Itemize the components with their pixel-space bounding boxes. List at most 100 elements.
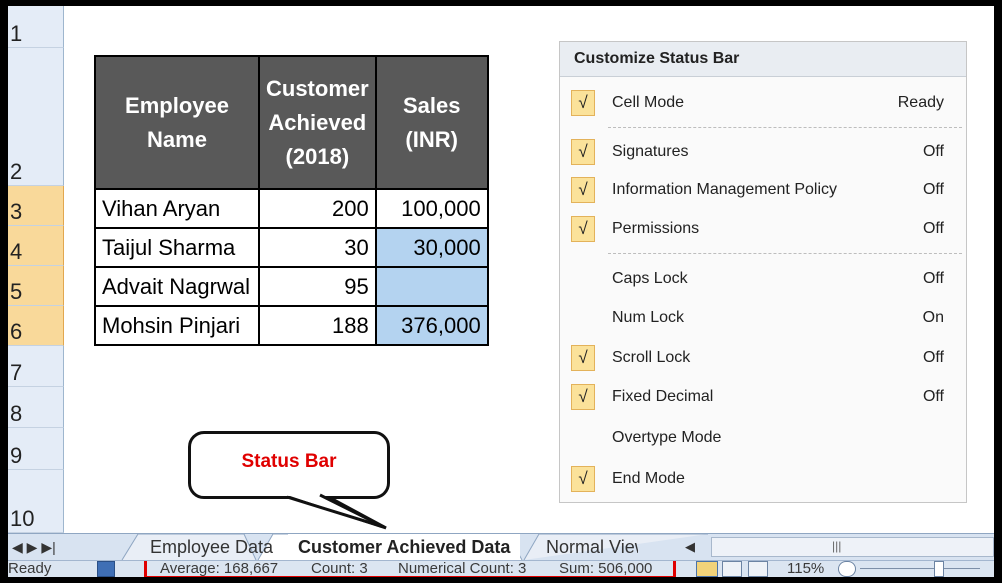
status-bar: Ready Average: 168,667 Count: 3 Numerica…: [8, 560, 994, 577]
tab-normal-view[interactable]: Normal View: [536, 534, 638, 560]
row-number: 7: [10, 360, 23, 385]
menu-item-overtype-mode[interactable]: Overtype Mode: [560, 419, 966, 459]
macro-record-icon[interactable]: [97, 561, 115, 577]
menu-item-label: Fixed Decimal: [612, 388, 714, 405]
header-employee-name[interactable]: Employee Name: [94, 55, 260, 190]
row-number: 8: [10, 401, 23, 426]
cell-sales[interactable]: 30,000: [374, 227, 489, 268]
horizontal-scrollbar[interactable]: |||: [711, 537, 994, 557]
cell-name[interactable]: Mohsin Pinjari: [94, 305, 260, 346]
cell-sales[interactable]: [374, 266, 489, 307]
check-icon: √: [571, 216, 595, 242]
row-header-5[interactable]: 5: [8, 266, 64, 306]
menu-item-end-mode[interactable]: √ End Mode: [560, 460, 966, 500]
table-header-row: Employee Name Customer Achieved (2018) S…: [94, 55, 489, 190]
menu-item-label: Cell Mode: [612, 94, 685, 111]
table-row: Taijul Sharma 30 30,000: [94, 227, 489, 268]
row-header-3[interactable]: 3: [8, 186, 64, 226]
menu-item-value: Off: [922, 349, 944, 366]
cell-name[interactable]: Advait Nagrwal: [94, 266, 260, 307]
page-break-preview-icon[interactable]: [748, 561, 768, 577]
cell-customers[interactable]: 30: [258, 227, 377, 268]
status-bar-callout: Status Bar: [188, 431, 390, 499]
check-icon: √: [571, 345, 595, 371]
cell-customers[interactable]: 95: [258, 266, 377, 307]
menu-item-signatures[interactable]: √ Signatures Off: [560, 133, 966, 173]
row-number: 3: [10, 199, 23, 224]
row-header-1[interactable]: 1: [8, 6, 64, 48]
cell-name[interactable]: Taijul Sharma: [94, 227, 260, 268]
row-number: 9: [10, 443, 23, 468]
table-row: Vihan Aryan 200 100,000: [94, 188, 489, 229]
menu-item-information-management-policy[interactable]: √ Information Management Policy Off: [560, 171, 966, 211]
cell-customers[interactable]: 200: [258, 188, 377, 229]
check-icon: √: [571, 90, 595, 116]
row-number: 6: [10, 319, 23, 344]
status-mode: Ready: [8, 560, 52, 577]
sheet-tab-bar: ◀ ▶ ▶| Employee Data Customer Achieved D…: [8, 533, 994, 560]
zoom-level[interactable]: 115%: [787, 561, 824, 576]
menu-item-permissions[interactable]: √ Permissions Off: [560, 210, 966, 250]
menu-item-value: Off: [922, 181, 944, 198]
menu-item-label: End Mode: [612, 470, 685, 487]
zoom-slider-thumb[interactable]: [934, 561, 944, 577]
tab-scroll-left-icon[interactable]: ◀: [685, 539, 695, 555]
row-header-8[interactable]: 8: [8, 387, 64, 428]
cell-sales[interactable]: 376,000: [374, 305, 489, 346]
header-sales[interactable]: Sales (INR): [374, 55, 489, 190]
menu-separator: [608, 253, 962, 254]
menu-item-label: Permissions: [612, 220, 700, 237]
menu-item-label: Overtype Mode: [612, 429, 722, 446]
menu-item-caps-lock[interactable]: Caps Lock Off: [560, 260, 966, 300]
check-icon: √: [571, 384, 595, 410]
row-header-10[interactable]: 10: [8, 470, 64, 533]
menu-item-cell-mode[interactable]: √ Cell Mode Ready: [560, 84, 966, 124]
menu-item-value: Off: [922, 220, 944, 237]
header-customer-achieved[interactable]: Customer Achieved (2018): [258, 55, 377, 190]
table-row: Advait Nagrwal 95: [94, 266, 489, 307]
row-header-6[interactable]: 6: [8, 306, 64, 346]
menu-item-label: Information Management Policy: [612, 181, 837, 198]
row-header-4[interactable]: 4: [8, 226, 64, 266]
menu-item-value: Ready: [897, 94, 944, 111]
menu-item-fixed-decimal[interactable]: √ Fixed Decimal Off: [560, 378, 966, 418]
row-header-9[interactable]: 9: [8, 428, 64, 470]
excel-window: 1 2 3 4 5 6 7 8 9 10 Employee Name Custo…: [8, 6, 994, 577]
menu-item-value: Off: [922, 270, 944, 287]
customize-status-bar-menu: Customize Status Bar √ Cell Mode Ready √…: [559, 41, 967, 503]
zoom-slider-track[interactable]: [860, 568, 980, 569]
cell-name[interactable]: Vihan Aryan: [94, 188, 260, 229]
row-number: 2: [10, 159, 23, 184]
callout-text: Status Bar: [241, 451, 337, 472]
menu-item-label: Signatures: [612, 143, 689, 160]
zoom-out-icon[interactable]: [838, 561, 856, 577]
menu-item-scroll-lock[interactable]: √ Scroll Lock Off: [560, 339, 966, 379]
normal-view-icon[interactable]: [696, 561, 718, 577]
menu-item-value: Off: [922, 388, 944, 405]
cell-customers[interactable]: 188: [258, 305, 377, 346]
scroll-grip-icon: |||: [832, 539, 842, 553]
row-number: 4: [10, 239, 23, 264]
menu-separator: [608, 127, 962, 128]
check-icon: √: [571, 177, 595, 203]
menu-item-num-lock[interactable]: Num Lock On: [560, 299, 966, 339]
row-number: 1: [10, 21, 23, 46]
row-header-7[interactable]: 7: [8, 346, 64, 387]
row-header-2[interactable]: 2: [8, 48, 64, 186]
tab-employee-data[interactable]: Employee Data: [140, 534, 283, 560]
sheet-nav-buttons[interactable]: ◀ ▶ ▶|: [8, 534, 118, 560]
menu-item-label: Num Lock: [612, 309, 685, 326]
menu-item-label: Caps Lock: [612, 270, 688, 287]
status-highlight-box: [144, 561, 676, 577]
menu-item-label: Scroll Lock: [612, 349, 691, 366]
cell-sales[interactable]: 100,000: [374, 188, 489, 229]
check-icon: √: [571, 466, 595, 492]
page-layout-icon[interactable]: [722, 561, 742, 577]
row-number: 10: [10, 506, 35, 531]
check-icon: √: [571, 139, 595, 165]
tab-customer-achieved-data[interactable]: Customer Achieved Data: [288, 534, 521, 560]
sheet-nav-icon: ◀ ▶ ▶|: [12, 539, 56, 555]
menu-item-value: On: [922, 309, 944, 326]
row-number: 5: [10, 279, 23, 304]
table-row: Mohsin Pinjari 188 376,000: [94, 305, 489, 346]
